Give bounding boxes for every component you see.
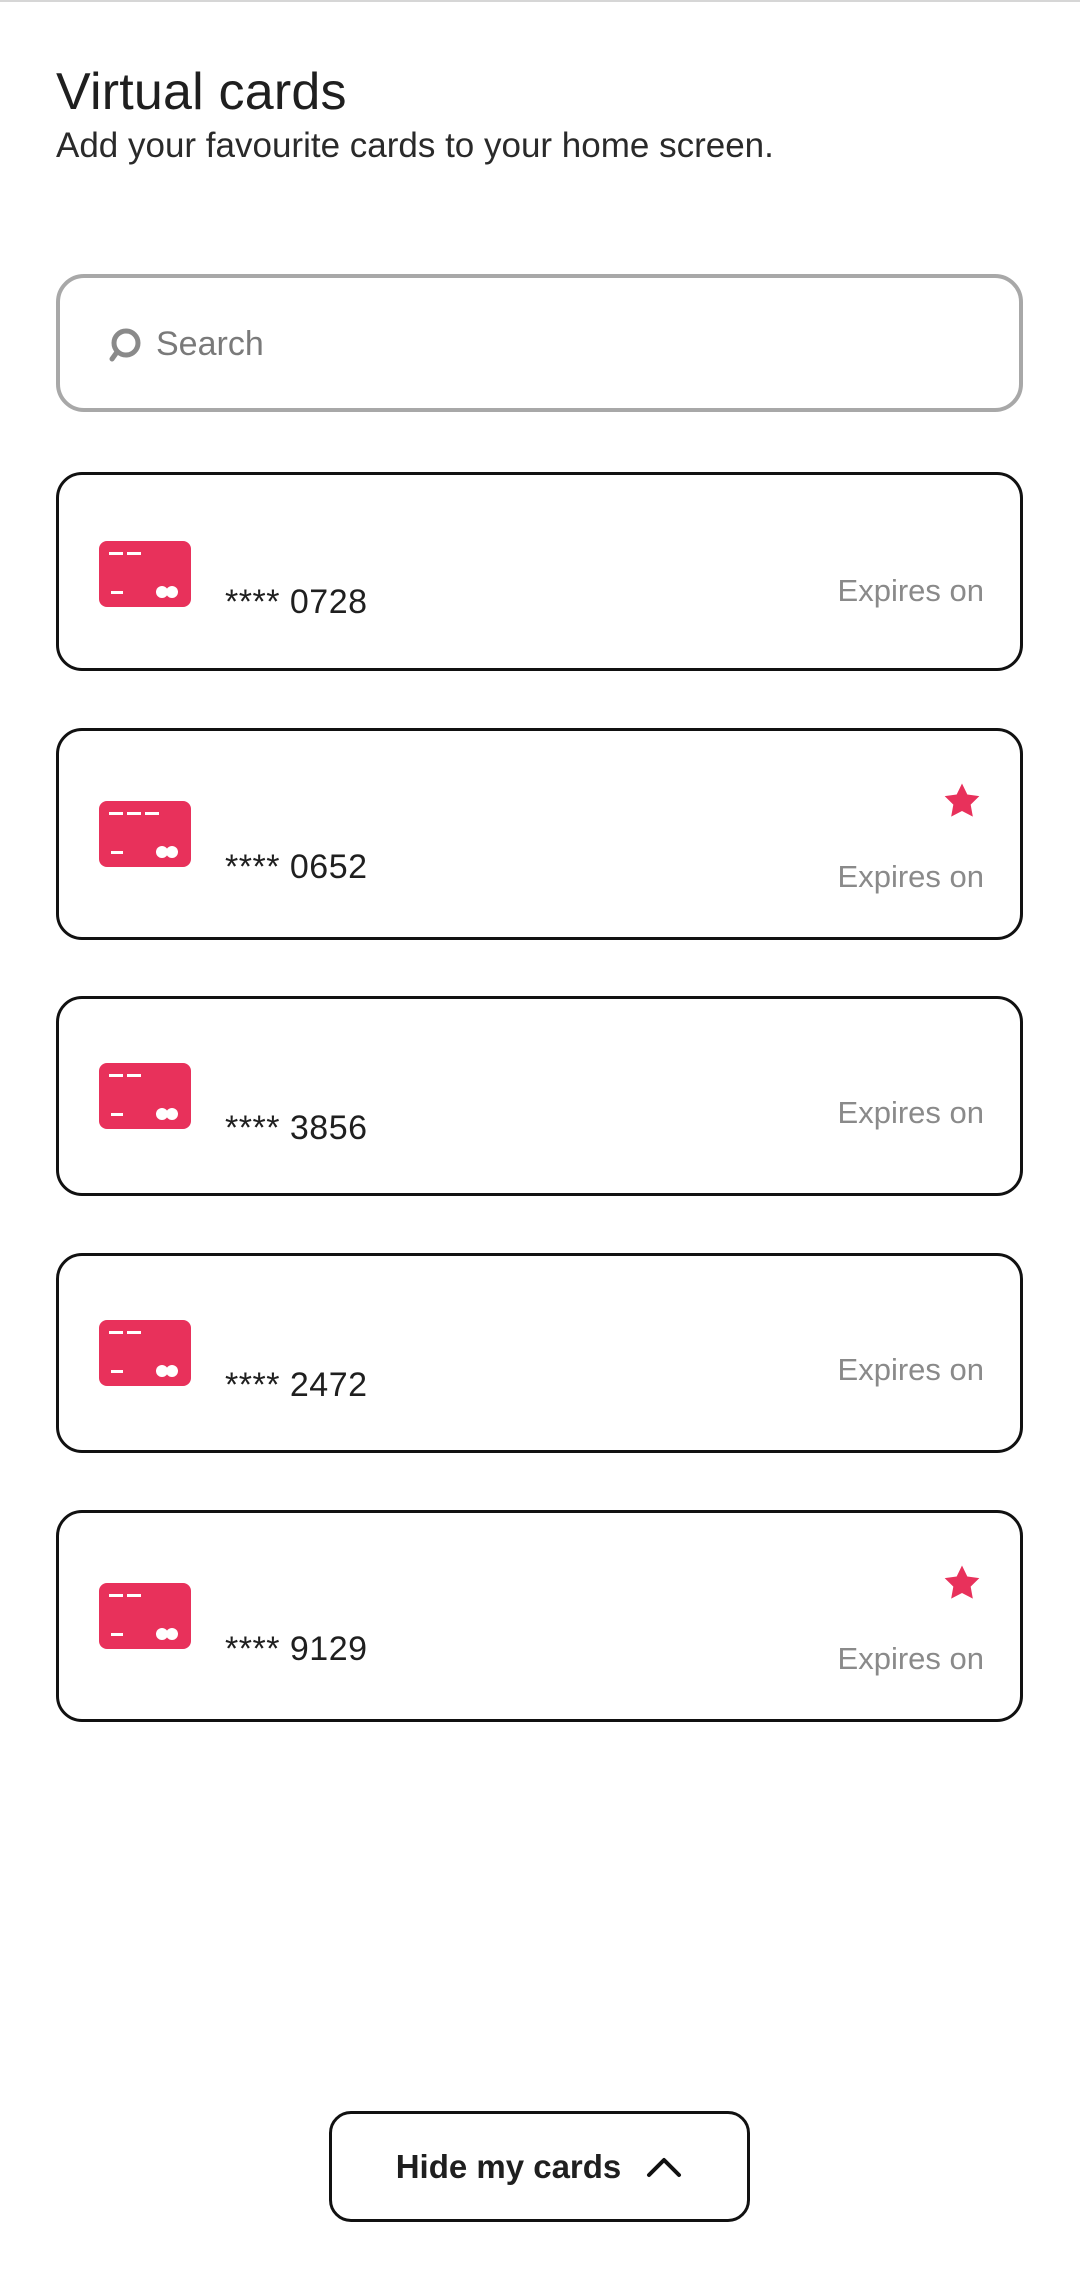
- card-row[interactable]: **** 0728 Expires on: [56, 472, 1023, 671]
- card-expiry: Expires on: [837, 1095, 984, 1130]
- credit-card-icon: [99, 1320, 191, 1386]
- card-expiry: Expires on: [837, 1641, 984, 1676]
- top-divider: [0, 0, 1080, 2]
- search-input[interactable]: [154, 308, 978, 380]
- page-subtitle: Add your favourite cards to your home sc…: [56, 126, 774, 165]
- search-icon: [109, 328, 141, 362]
- credit-card-icon: [99, 1583, 191, 1649]
- card-expiry: Expires on: [837, 573, 984, 608]
- card-expiry: Expires on: [837, 859, 984, 894]
- hide-my-cards-label: Hide my cards: [395, 2147, 622, 2185]
- card-row[interactable]: **** 9129 Expires on: [56, 1510, 1023, 1722]
- credit-card-icon: [99, 801, 191, 867]
- chevron-up-icon: [647, 2157, 682, 2177]
- card-row[interactable]: **** 3856 Expires on: [56, 996, 1023, 1196]
- card-row[interactable]: **** 2472 Expires on: [56, 1253, 1023, 1453]
- card-number: **** 0652: [225, 848, 368, 886]
- card-number: **** 3856: [225, 1109, 368, 1147]
- favourite-star-icon[interactable]: [942, 1563, 982, 1603]
- card-number: **** 0728: [225, 583, 368, 621]
- hide-my-cards-button[interactable]: Hide my cards: [329, 2111, 750, 2222]
- card-expiry: Expires on: [837, 1352, 984, 1387]
- credit-card-icon: [99, 541, 191, 607]
- search-box[interactable]: [56, 274, 1023, 412]
- card-row[interactable]: **** 0652 Expires on: [56, 728, 1023, 940]
- page-title: Virtual cards: [56, 63, 347, 121]
- card-number: **** 9129: [225, 1630, 368, 1668]
- favourite-star-icon[interactable]: [942, 781, 982, 821]
- credit-card-icon: [99, 1063, 191, 1129]
- card-number: **** 2472: [225, 1366, 368, 1404]
